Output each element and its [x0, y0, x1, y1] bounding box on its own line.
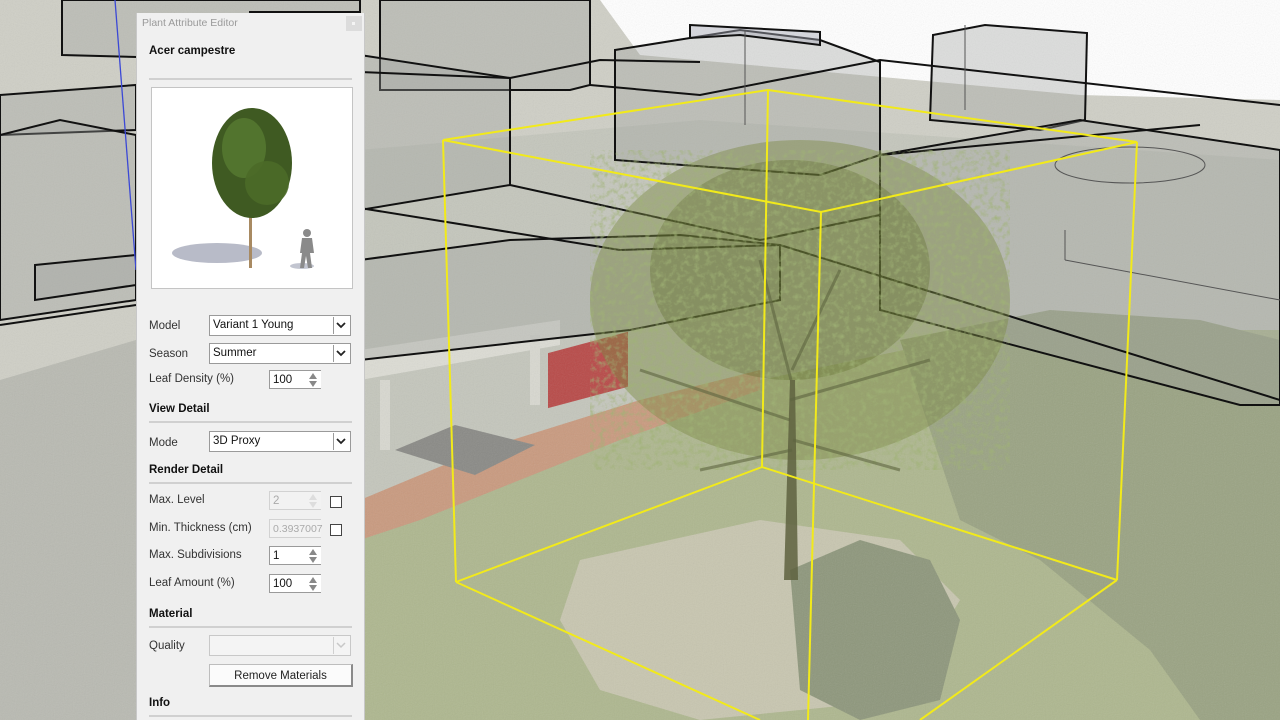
max-subdivisions-value: 1 [273, 550, 280, 562]
max-level-value: 2 [273, 495, 280, 507]
plant-preview-image [151, 87, 353, 289]
min-thickness-label: Min. Thickness (cm) [149, 522, 252, 534]
spin-arrows-icon[interactable] [308, 576, 318, 592]
max-level-label: Max. Level [149, 494, 205, 506]
tree-shadow [172, 243, 262, 263]
leaf-density-spinbox[interactable]: 100 [269, 370, 321, 389]
plant-attribute-editor-panel: Plant Attribute Editor Acer campestre Mo… [136, 13, 365, 720]
massing-block[interactable] [928, 23, 1089, 132]
leaf-density-label: Leaf Density (%) [149, 373, 235, 385]
max-subdivisions-spinbox[interactable]: 1 [269, 546, 321, 565]
spin-arrows-icon[interactable] [308, 372, 318, 388]
spin-arrows-icon[interactable] [308, 548, 318, 564]
model-value: Variant 1 Young [213, 319, 294, 331]
close-icon [352, 22, 355, 25]
divider [149, 626, 352, 628]
divider [149, 78, 352, 80]
chevron-down-icon[interactable] [333, 345, 349, 362]
render-detail-heading: Render Detail [149, 464, 224, 476]
chevron-down-icon[interactable] [333, 317, 349, 334]
min-thickness-value: 0.3937007 [273, 523, 323, 535]
mode-dropdown[interactable]: 3D Proxy [209, 431, 351, 452]
chevron-down-icon [333, 637, 349, 654]
min-thickness-spinbox: 0.3937007 [269, 519, 323, 538]
divider [149, 715, 352, 717]
close-button[interactable] [346, 16, 362, 31]
divider [149, 421, 352, 423]
quality-dropdown [209, 635, 351, 656]
remove-materials-button[interactable]: Remove Materials [209, 664, 353, 687]
info-heading: Info [149, 697, 171, 709]
plant-name-heading: Acer campestre [149, 45, 236, 57]
max-level-spinbox: 2 [269, 491, 321, 510]
mode-label: Mode [149, 437, 178, 449]
panel-titlebar[interactable]: Plant Attribute Editor [137, 13, 364, 35]
preview-tree-canopy-right [245, 161, 289, 205]
material-heading: Material [149, 608, 193, 620]
model-dropdown[interactable]: Variant 1 Young [209, 315, 351, 336]
view-detail-heading: View Detail [149, 403, 210, 415]
spin-arrows-icon [308, 493, 318, 509]
min-thickness-checkbox[interactable] [330, 524, 342, 536]
chevron-down-icon[interactable] [333, 433, 349, 450]
human-scale-figure-icon [300, 229, 314, 268]
leaf-density-value: 100 [273, 374, 293, 386]
window-title: Plant Attribute Editor [142, 17, 238, 29]
max-subdivisions-label: Max. Subdivisions [149, 549, 242, 561]
mode-value: 3D Proxy [213, 435, 261, 447]
season-dropdown[interactable]: Summer [209, 343, 351, 364]
leaf-amount-label: Leaf Amount (%) [149, 577, 235, 589]
leaf-amount-value: 100 [273, 578, 293, 590]
tree-canopy-texture [590, 150, 1010, 470]
divider [149, 482, 352, 484]
model-label: Model [149, 320, 181, 332]
season-value: Summer [213, 347, 257, 359]
quality-label: Quality [149, 640, 185, 652]
max-level-checkbox[interactable] [330, 496, 342, 508]
season-label: Season [149, 348, 189, 360]
leaf-amount-spinbox[interactable]: 100 [269, 574, 321, 593]
